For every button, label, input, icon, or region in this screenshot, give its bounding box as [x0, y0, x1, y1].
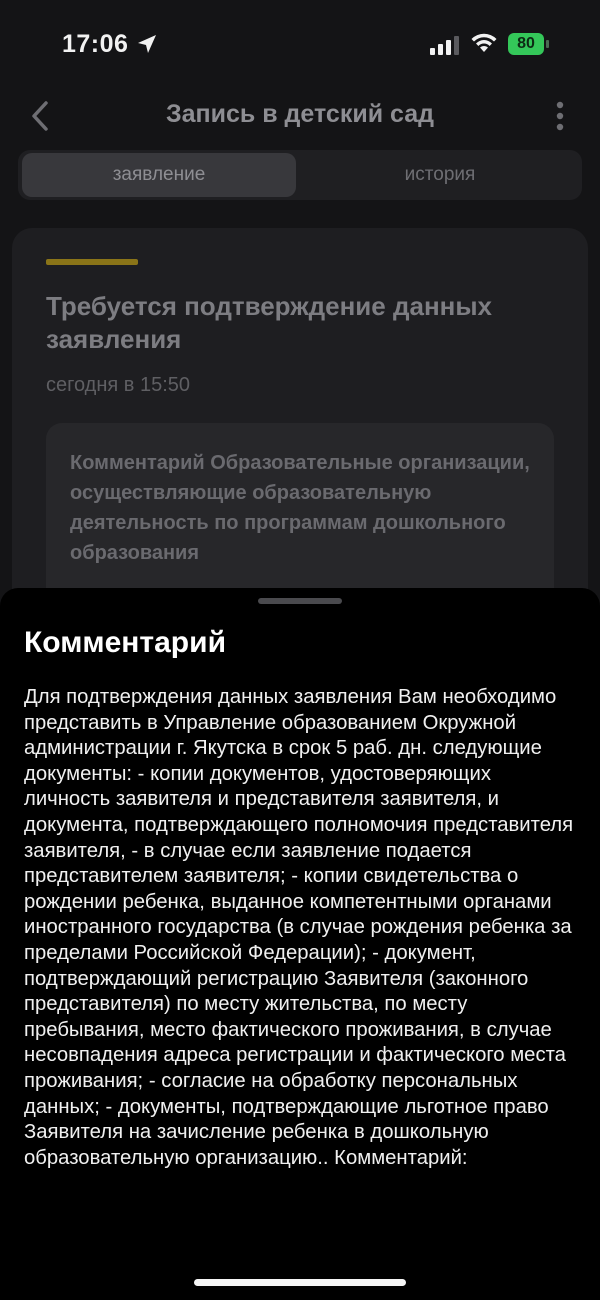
status-accent-bar — [46, 259, 138, 265]
nav-bar: Запись в детский сад — [0, 90, 600, 142]
chevron-left-icon[interactable] — [30, 100, 50, 132]
battery-level: 80 — [517, 35, 535, 52]
screen: 17:06 80 Запись в детский сад заявление … — [0, 0, 600, 1300]
background-app: 17:06 80 Запись в детский сад заявление … — [0, 0, 600, 653]
status-title: Требуется подтверждение данных заявления — [46, 291, 493, 354]
battery-tip — [546, 40, 549, 48]
tab-application[interactable]: заявление — [22, 153, 296, 197]
sheet-body-text: Для подтверждения данных заявления Вам н… — [24, 686, 574, 1169]
tab-history[interactable]: история — [302, 153, 578, 197]
sheet-grabber[interactable] — [258, 598, 342, 604]
comment-sheet[interactable]: Комментарий Для подтверждения данных зая… — [0, 588, 600, 1300]
status-time-label: сегодня в 15:50 — [46, 374, 190, 396]
cellular-signal-icon — [430, 36, 459, 55]
battery-charging-icon: 80 — [508, 33, 550, 55]
comment-preview-text: Комментарий Образовательные организации,… — [70, 452, 530, 564]
status-card[interactable]: Требуется подтверждение данных заявления… — [12, 228, 588, 653]
segmented-control: заявление история — [18, 150, 582, 200]
home-indicator[interactable] — [194, 1279, 406, 1286]
status-time: 17:06 — [62, 30, 129, 58]
more-vertical-icon[interactable] — [550, 100, 570, 132]
status-bar: 17:06 80 — [0, 0, 600, 90]
sheet-title: Комментарий — [24, 626, 227, 659]
location-arrow-icon — [138, 35, 156, 53]
page-title: Запись в детский сад — [165, 100, 434, 128]
wifi-icon — [471, 33, 497, 52]
